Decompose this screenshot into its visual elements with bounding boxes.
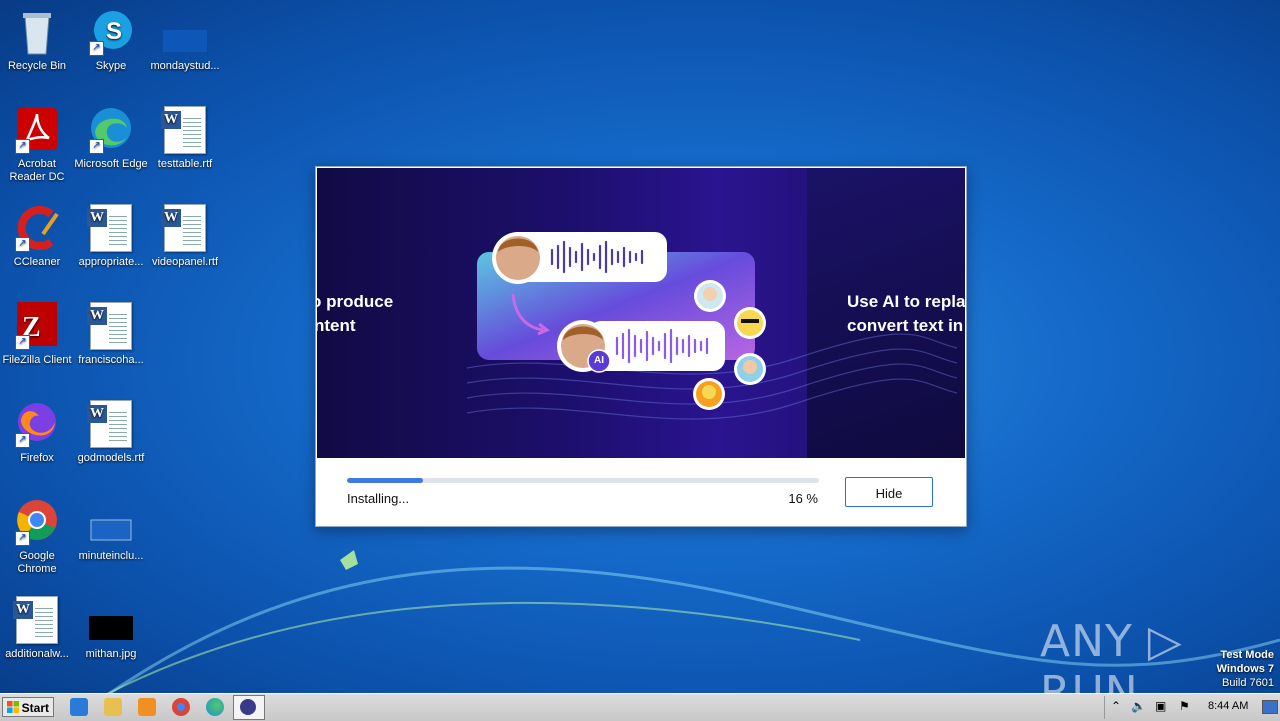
banner-left-line1: o produce (317, 292, 394, 311)
ai-badge: AI (594, 355, 604, 366)
test-mode-line3: Build 7601 (1222, 677, 1274, 689)
windows-flag-icon (7, 701, 19, 713)
word-document-icon: W (13, 596, 61, 644)
hide-button[interactable]: Hide (845, 477, 933, 507)
shortcut-arrow-icon: ↗ (89, 41, 104, 56)
skype-icon: S ↗ (87, 8, 135, 56)
edge-icon: ↗ (87, 106, 135, 154)
show-hidden-icons-icon[interactable]: ⌃ (1111, 699, 1121, 713)
media-player-icon[interactable] (138, 698, 156, 716)
desktop-icon-firefox[interactable]: ↗ Firefox (0, 400, 74, 465)
image-thumbnail-icon (87, 596, 135, 644)
taskbar: Start ⌃ 🔈 ▣ ⚑ 8:44 AM (0, 693, 1280, 721)
internet-explorer-icon[interactable] (70, 698, 88, 716)
file-thumbnail-icon (87, 498, 135, 546)
chrome-icon[interactable] (172, 698, 190, 716)
network-icon[interactable]: ▣ (1155, 699, 1166, 713)
desktop-icon-additionalw[interactable]: W additionalw... (0, 596, 74, 661)
word-document-icon: W (161, 106, 209, 154)
banner-right-line2: convert text in (847, 316, 964, 335)
action-center-flag-icon[interactable]: ⚑ (1179, 699, 1190, 713)
shortcut-arrow-icon: ↗ (89, 139, 104, 154)
test-mode-notice: Test Mode Windows 7 Build 7601 (1217, 648, 1274, 690)
edge-icon[interactable] (206, 698, 224, 716)
word-document-icon: W (161, 204, 209, 252)
desktop-icon-ccleaner[interactable]: ↗ CCleaner (0, 204, 74, 269)
word-document-icon: W (87, 400, 135, 448)
desktop-icon-testtable[interactable]: W testtable.rtf (148, 106, 222, 171)
installer-window: o produce ntent Use AI to repla convert … (315, 166, 967, 527)
desktop-icon-franciscoha[interactable]: W franciscoha... (74, 302, 148, 367)
volume-icon[interactable]: 🔈 (1131, 699, 1146, 713)
banner-right-line1: Use AI to repla (847, 292, 965, 311)
installer-app-icon (240, 699, 256, 715)
desktop-icon-acrobat[interactable]: ↗ Acrobat Reader DC (0, 106, 74, 184)
shortcut-arrow-icon: ↗ (15, 237, 30, 252)
desktop-icon-minuteinclu[interactable]: minuteinclu... (74, 498, 148, 563)
desktop-icon-mondaystud[interactable]: mondaystud... (148, 8, 222, 73)
acrobat-label-line1: Acrobat (18, 158, 56, 170)
desktop-icon-filezilla[interactable]: Z ↗ FileZilla Client (0, 302, 74, 367)
progress-bar (347, 478, 819, 483)
start-label: Start (21, 701, 49, 715)
acrobat-icon: ↗ (13, 106, 61, 154)
promo-banner: o produce ntent Use AI to repla convert … (317, 168, 965, 458)
word-document-icon: W (87, 302, 135, 350)
status-label: Installing... (347, 491, 410, 506)
svg-text:S: S (106, 18, 122, 45)
desktop-icon-mithan[interactable]: mithan.jpg (74, 596, 148, 661)
chrome-label-line2: Chrome (17, 563, 57, 575)
shortcut-arrow-icon: ↗ (15, 335, 30, 350)
test-mode-line2: Windows 7 (1216, 663, 1274, 675)
percent-label: 16 % (788, 491, 818, 506)
ccleaner-icon: ↗ (13, 204, 61, 252)
clock[interactable]: 8:44 AM (1208, 700, 1248, 712)
desktop-icon-appropriate[interactable]: W appropriate... (74, 204, 148, 269)
desktop-icon-chrome[interactable]: ↗ Google Chrome (0, 498, 74, 576)
chrome-label-line1: Google (19, 550, 55, 562)
acrobat-label-line2: Reader DC (9, 171, 65, 183)
progress-fill (347, 478, 423, 483)
recycle-bin-icon (13, 8, 61, 56)
banner-left-line2: ntent (317, 316, 356, 335)
firefox-icon: ↗ (13, 400, 61, 448)
install-controls: Installing... 16 % Hide (316, 458, 966, 526)
word-document-icon: W (87, 204, 135, 252)
desktop-icon-edge[interactable]: ↗ Microsoft Edge (74, 106, 148, 171)
installer-app-task[interactable] (233, 695, 265, 720)
desktop-icon-recycle-bin[interactable]: Recycle Bin (0, 8, 74, 73)
file-thumbnail-icon (161, 8, 209, 56)
desktop-icon-videopanel[interactable]: W videopanel.rtf (148, 204, 222, 269)
start-button[interactable]: Start (2, 697, 54, 717)
shortcut-arrow-icon: ↗ (15, 139, 30, 154)
shortcut-arrow-icon: ↗ (15, 433, 30, 448)
desktop-icon-godmodels[interactable]: W godmodels.rtf (74, 400, 148, 465)
test-mode-line1: Test Mode (1220, 649, 1274, 661)
desktop-icon-skype[interactable]: S ↗ Skype (74, 8, 148, 73)
filezilla-icon: Z ↗ (13, 302, 61, 350)
show-desktop-icon[interactable] (1262, 700, 1278, 714)
shortcut-arrow-icon: ↗ (15, 531, 30, 546)
explorer-icon[interactable] (104, 698, 122, 716)
chrome-icon: ↗ (13, 498, 61, 546)
system-tray: ⌃ 🔈 ▣ ⚑ (1104, 696, 1280, 719)
